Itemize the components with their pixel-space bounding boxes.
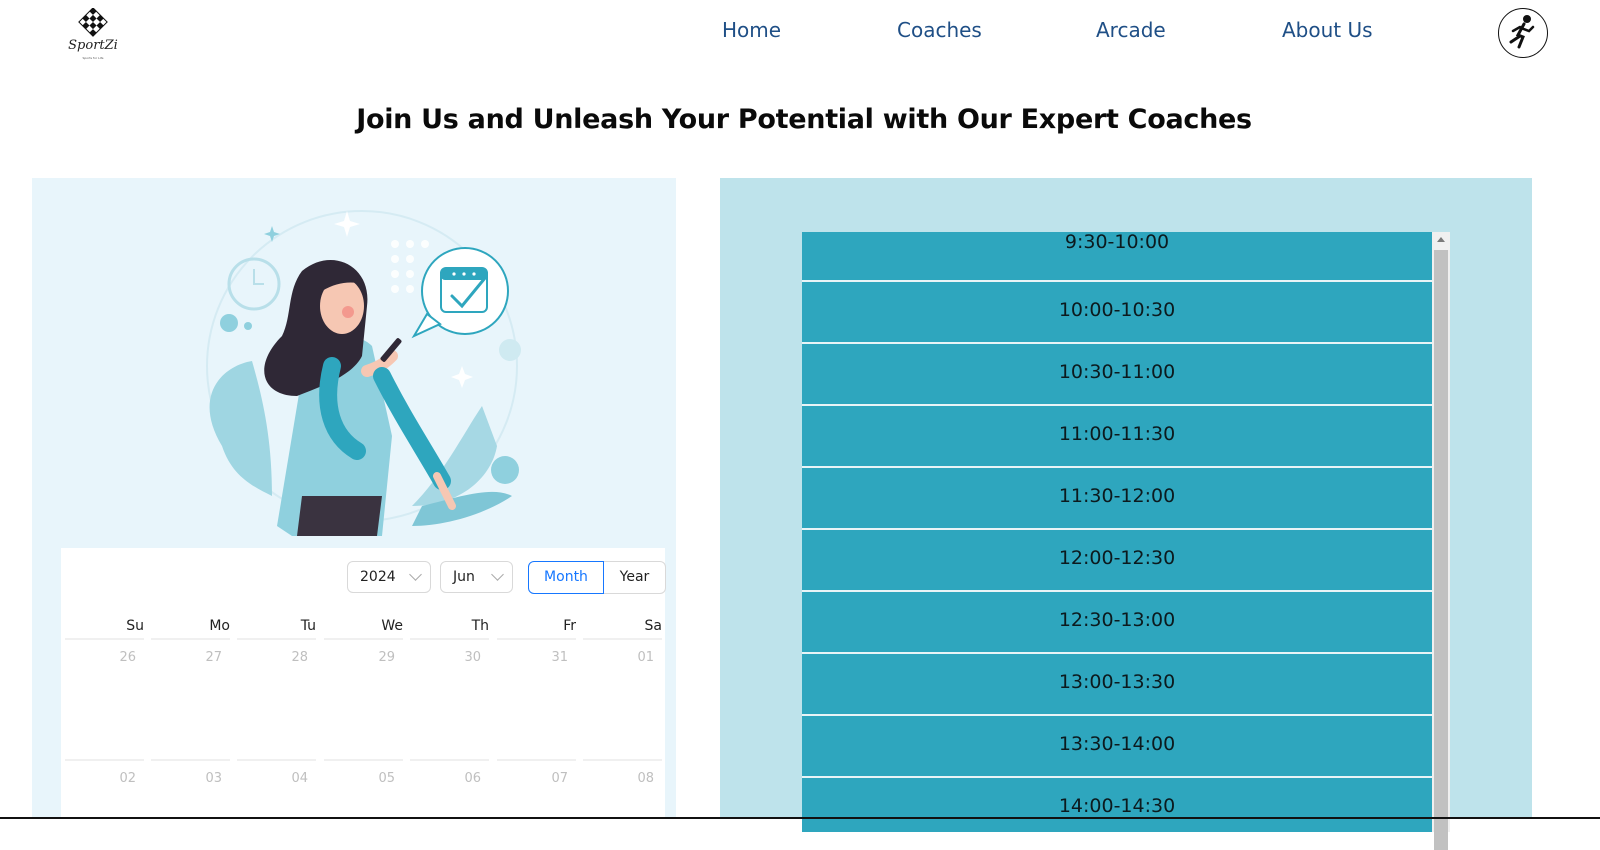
time-slot[interactable]: 13:00-13:30 [802,654,1432,716]
weekday-header: Sa [644,618,662,634]
calendar-day[interactable]: 05 [324,771,395,786]
time-slot[interactable]: 12:30-13:00 [802,592,1432,654]
weekday-header: We [381,618,403,634]
nav-arcade[interactable]: Arcade [1096,18,1166,42]
brand-tagline: Sports for Life [82,56,104,60]
calendar-day[interactable]: 31 [497,650,568,665]
calendar-day[interactable]: 03 [151,771,222,786]
calendar-day[interactable]: 04 [237,771,308,786]
time-slot[interactable]: 11:30-12:00 [802,468,1432,530]
cell-divider [410,759,489,761]
calendar-day[interactable]: 26 [65,650,136,665]
time-slot[interactable]: 12:00-12:30 [802,530,1432,592]
calendar-day[interactable]: 07 [497,771,568,786]
year-value: 2024 [360,569,396,585]
time-slot[interactable]: 11:00-11:30 [802,406,1432,468]
chevron-down-icon [409,568,422,581]
time-slot[interactable]: 14:00-14:30 [802,778,1432,832]
calendar-day[interactable]: 02 [65,771,136,786]
weekday-header: Th [471,618,489,634]
cell-divider [237,759,316,761]
cell-divider [65,638,144,640]
chevron-down-icon [491,568,504,581]
cell-divider [497,638,576,640]
time-slot[interactable]: 10:30-11:00 [802,344,1432,406]
nav-coaches[interactable]: Coaches [897,18,982,42]
scroll-thumb[interactable] [1434,250,1448,850]
calendar-day[interactable]: 28 [237,650,308,665]
weekday-header: Tu [300,618,316,634]
cell-divider [497,759,576,761]
scroll-up-arrow-icon[interactable] [1437,237,1445,242]
weekday-header: Fr [563,618,576,634]
cell-divider [324,759,403,761]
year-select[interactable]: 2024 [347,561,431,593]
calendar-day[interactable]: 27 [151,650,222,665]
time-slot-panel: 9:30-10:00 10:00-10:30 10:30-11:00 11:00… [720,178,1532,850]
brand-logo[interactable]: SportZi Sports for Life [62,8,124,64]
nav-about-us[interactable]: About Us [1282,18,1373,42]
cell-divider [583,759,662,761]
cell-divider [151,759,230,761]
calendar-day[interactable]: 30 [410,650,481,665]
month-value: Jun [453,569,475,585]
calendar-day[interactable]: 06 [410,771,481,786]
time-slot[interactable]: 10:00-10:30 [802,282,1432,344]
calendar: 2024 Jun Month Year Su Mo Tu We Th Fr Sa… [61,548,666,828]
cell-divider [583,638,662,640]
time-slot[interactable]: 9:30-10:00 [802,232,1432,282]
time-slot-list[interactable]: 9:30-10:00 10:00-10:30 10:30-11:00 11:00… [802,232,1432,832]
weekday-header: Mo [209,618,230,634]
nav-home[interactable]: Home [722,18,781,42]
calendar-day[interactable]: 01 [583,650,654,665]
avatar[interactable] [1498,8,1548,58]
cell-divider [65,759,144,761]
month-select[interactable]: Jun [440,561,513,593]
checkered-diamond-logo-icon [78,8,108,37]
weekday-header: Su [126,618,144,634]
cell-divider [324,638,403,640]
runner-icon [1509,15,1535,49]
mode-month-button[interactable]: Month [528,561,604,594]
calendar-day[interactable]: 29 [324,650,395,665]
mode-year-button[interactable]: Year [604,561,666,594]
time-slot[interactable]: 13:30-14:00 [802,716,1432,778]
brand-name: SportZi [68,38,118,53]
cell-divider [410,638,489,640]
scrollbar[interactable] [1432,232,1450,850]
cell-divider [237,638,316,640]
woman-scheduling-illustration [182,196,542,536]
cell-divider [151,638,230,640]
booking-left-panel: 2024 Jun Month Year Su Mo Tu We Th Fr Sa… [32,178,676,828]
page-title: Join Us and Unleash Your Potential with … [356,104,1252,135]
calendar-day[interactable]: 08 [583,771,654,786]
